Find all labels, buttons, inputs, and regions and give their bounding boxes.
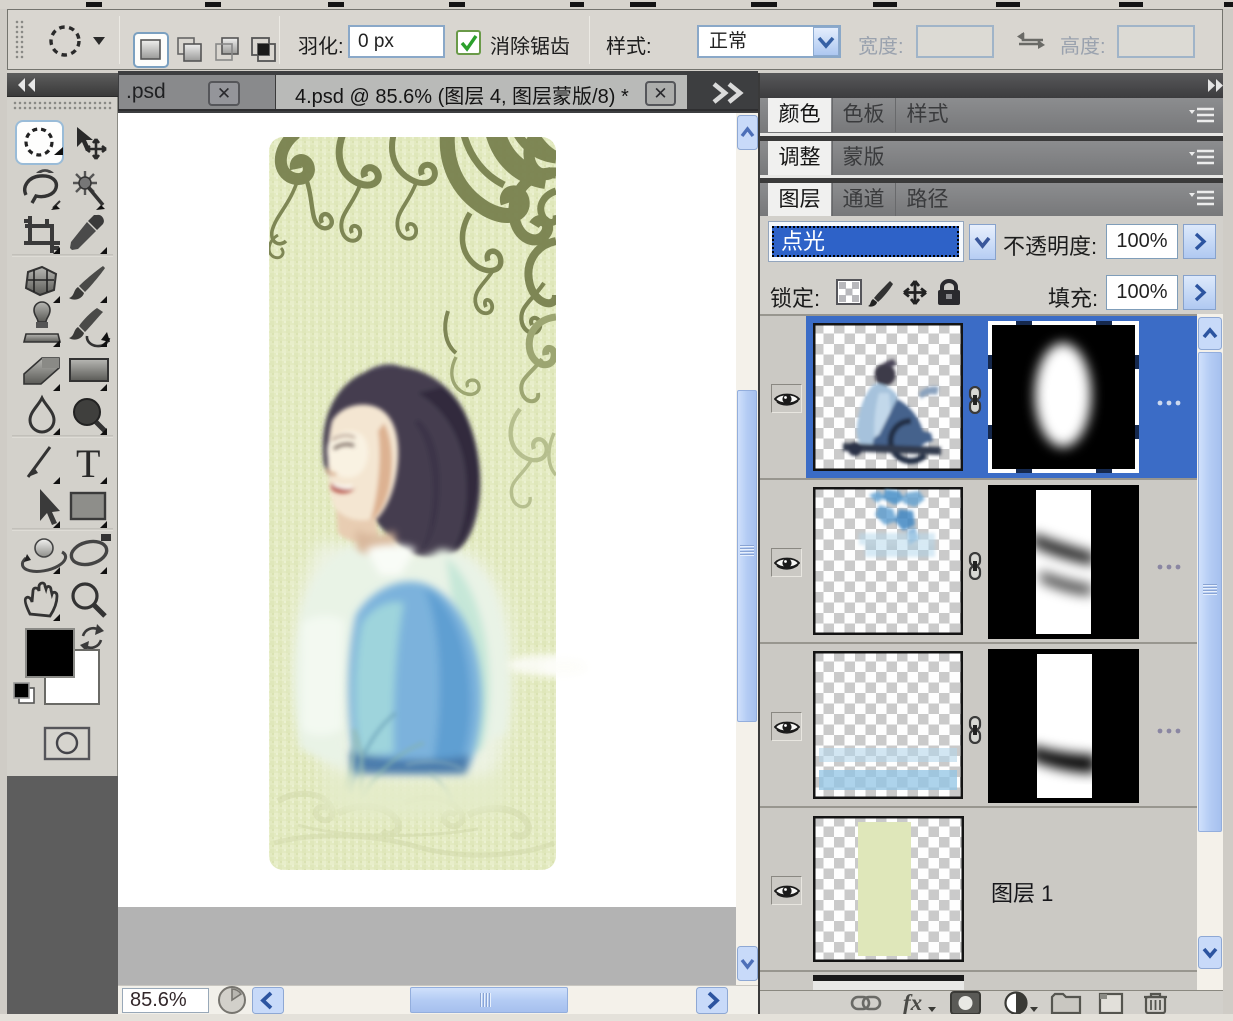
svg-text:T: T bbox=[76, 441, 100, 486]
svg-text:fx: fx bbox=[903, 991, 922, 1015]
